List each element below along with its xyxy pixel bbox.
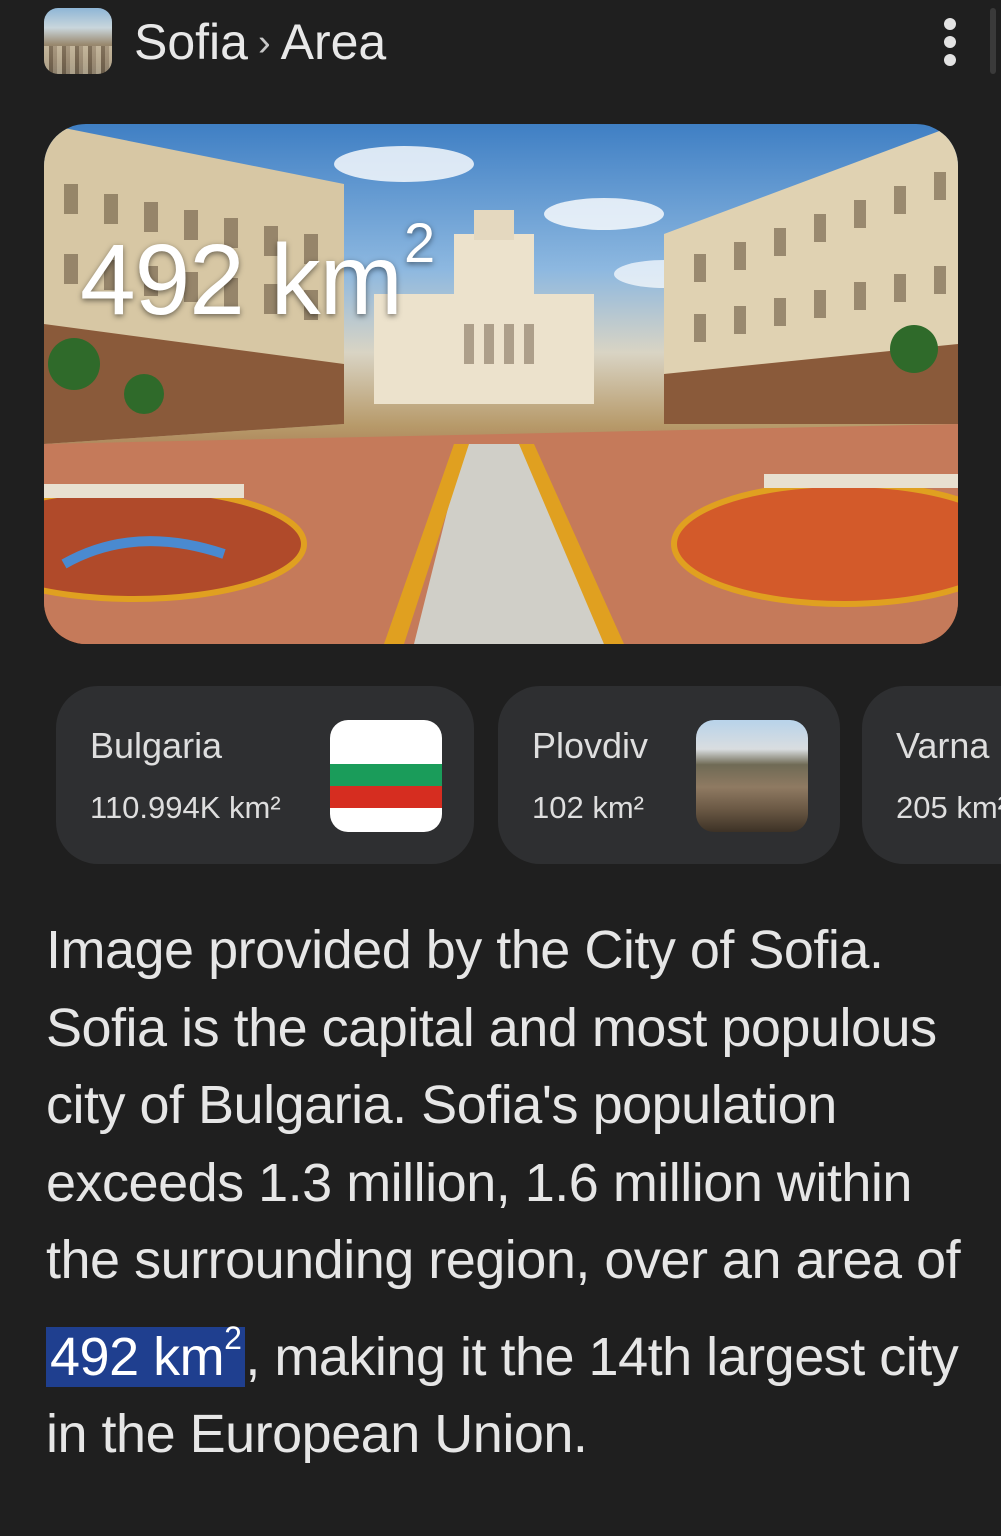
- breadcrumb-parent[interactable]: Sofia: [134, 14, 248, 70]
- card-name: Bulgaria: [90, 725, 223, 766]
- scrollbar[interactable]: [990, 8, 996, 74]
- card-value: 205 km²: [896, 790, 1001, 825]
- card-value: 110.994K km²: [90, 790, 281, 825]
- highlighted-area-superscript: 2: [224, 1319, 242, 1356]
- card-value: 102 km²: [532, 790, 644, 825]
- hero-area-value: 492 km2: [80, 188, 435, 336]
- card-varna[interactable]: Varna 205 km²: [862, 686, 1001, 864]
- card-plovdiv[interactable]: Plovdiv 102 km²: [498, 686, 840, 864]
- header: Sofia › Area: [0, 0, 1001, 90]
- breadcrumb: Sofia › Area: [134, 12, 386, 73]
- highlighted-area-number: 492 km: [50, 1326, 225, 1387]
- breadcrumb-separator-icon: ›: [257, 22, 271, 64]
- sofia-thumbnail[interactable]: [44, 8, 112, 74]
- card-name: Varna: [896, 725, 990, 766]
- hero-area-number: 492 km: [80, 224, 403, 336]
- card-bulgaria[interactable]: Bulgaria 110.994K km²: [56, 686, 474, 864]
- area-description: Image provided by the City of Sofia. Sof…: [46, 912, 966, 1474]
- breadcrumb-current: Area: [280, 14, 387, 70]
- bulgaria-flag-icon: [330, 720, 442, 832]
- more-vert-icon[interactable]: [930, 16, 970, 68]
- hero-image[interactable]: 492 km2: [44, 124, 958, 644]
- hero-area-superscript: 2: [403, 211, 435, 274]
- highlighted-area: 492 km2: [46, 1320, 246, 1387]
- description-text: Image provided by the City of Sofia. Sof…: [46, 920, 961, 1290]
- plovdiv-thumbnail: [696, 720, 808, 832]
- related-cards-carousel[interactable]: Bulgaria 110.994K km² Plovdiv 102 km² Va…: [0, 686, 1001, 866]
- card-name: Plovdiv: [532, 725, 649, 766]
